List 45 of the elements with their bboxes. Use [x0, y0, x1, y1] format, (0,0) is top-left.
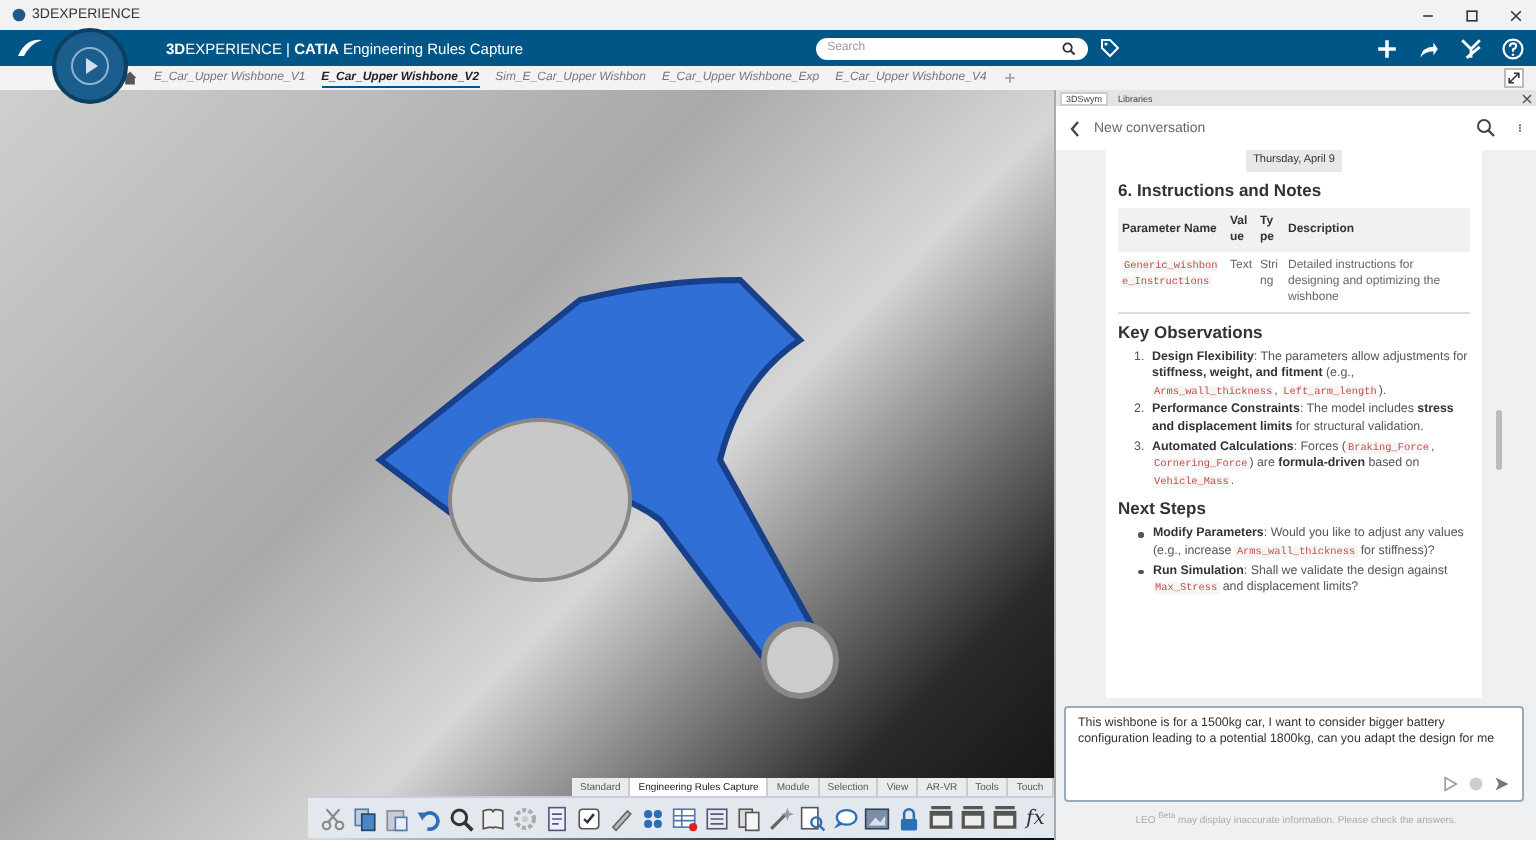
- picture-icon[interactable]: [864, 805, 890, 831]
- plus-icon[interactable]: [1376, 37, 1398, 59]
- maximize-icon[interactable]: [1464, 7, 1480, 23]
- search-icon[interactable]: [1061, 41, 1076, 55]
- help-icon[interactable]: [1502, 37, 1524, 59]
- section-heading: Key Observations: [1118, 321, 1265, 342]
- clapboard-icon[interactable]: [928, 805, 954, 831]
- speech-bubble-icon[interactable]: [832, 805, 858, 831]
- search-icon[interactable]: [1476, 118, 1496, 138]
- clapboard-icon[interactable]: [960, 805, 986, 831]
- tag-icon[interactable]: [1099, 38, 1120, 58]
- paste-icon[interactable]: [384, 805, 410, 831]
- home-icon[interactable]: [122, 70, 138, 86]
- expand-icon[interactable]: [1504, 68, 1524, 88]
- send-icon[interactable]: [1494, 776, 1510, 793]
- back-icon[interactable]: [1068, 119, 1082, 137]
- copy-icon[interactable]: [352, 805, 378, 831]
- lock-icon[interactable]: [896, 805, 922, 831]
- share-icon[interactable]: [1418, 37, 1440, 59]
- undo-icon[interactable]: [416, 805, 442, 831]
- zoom-icon[interactable]: [448, 805, 474, 831]
- dots-grid-icon[interactable]: [640, 805, 666, 831]
- wand-icon[interactable]: [768, 805, 794, 831]
- attach-icon[interactable]: [1442, 776, 1458, 793]
- scrollbar-thumb[interactable]: [1496, 410, 1502, 470]
- logo-icon: [14, 36, 46, 60]
- clapboard-icon[interactable]: [992, 805, 1018, 831]
- checkbox-icon[interactable]: [576, 805, 602, 831]
- document-icon[interactable]: [544, 805, 570, 831]
- table-icon[interactable]: [672, 805, 698, 831]
- pen-icon[interactable]: [608, 805, 634, 831]
- list-icon[interactable]: [704, 805, 730, 831]
- section-heading: 6. Instructions and Notes: [1118, 179, 1324, 200]
- pages-icon[interactable]: [736, 805, 762, 831]
- book-icon[interactable]: [480, 805, 506, 831]
- compass-icon[interactable]: [50, 26, 130, 106]
- bullet-icon: [1138, 569, 1143, 575]
- app-icon: [12, 8, 26, 22]
- section-heading: Next Steps: [1118, 498, 1208, 519]
- close-icon[interactable]: [1522, 93, 1532, 103]
- close-icon[interactable]: [1508, 7, 1524, 23]
- search-icon[interactable]: [800, 805, 826, 831]
- formula-button[interactable]: fx: [1024, 807, 1047, 829]
- bullet-icon: [1138, 532, 1143, 538]
- tools-icon[interactable]: [1460, 37, 1482, 59]
